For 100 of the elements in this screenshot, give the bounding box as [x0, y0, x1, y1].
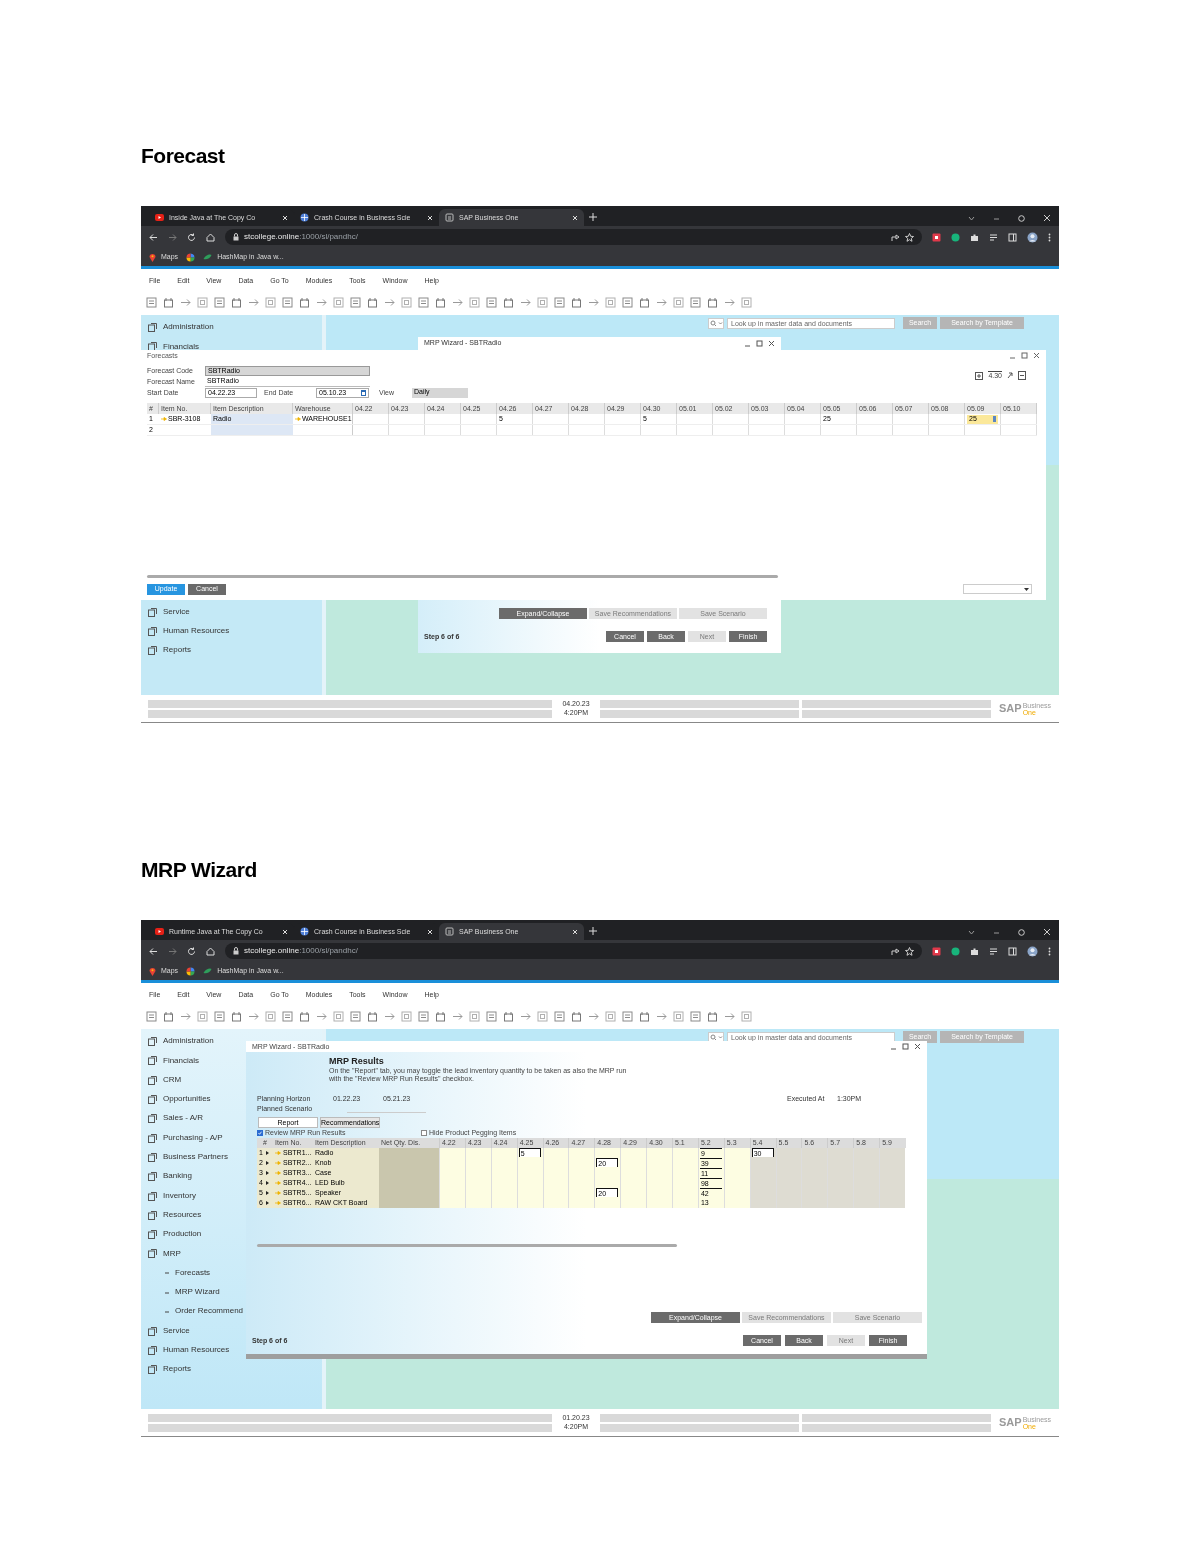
- toolbar-icon[interactable]: [673, 1010, 684, 1022]
- search-icon[interactable]: [708, 317, 724, 329]
- toolbar-icon[interactable]: [571, 296, 582, 308]
- toolbar-icon[interactable]: [520, 1010, 531, 1022]
- toolbar-icon[interactable]: [418, 296, 429, 308]
- toolbar-icon[interactable]: [282, 1010, 293, 1022]
- sidebar-item[interactable]: Service: [148, 607, 190, 617]
- sidebar-icon[interactable]: [1008, 232, 1017, 242]
- star-icon[interactable]: [905, 232, 914, 242]
- reload-icon[interactable]: [187, 946, 196, 956]
- sidebar-subitem[interactable]: Order Recommend: [165, 1307, 244, 1317]
- address-bar[interactable]: stcollege.online:1000/sl/pandhc/: [225, 943, 922, 959]
- toolbar-icon[interactable]: [435, 296, 446, 308]
- toolbar-icon[interactable]: [656, 1010, 667, 1022]
- toolbar-icon[interactable]: [469, 296, 480, 308]
- toolbar-icon[interactable]: [554, 1010, 565, 1022]
- home-icon[interactable]: [206, 946, 215, 956]
- toolbar-icon[interactable]: [384, 1010, 395, 1022]
- maximize-icon[interactable]: [902, 1043, 909, 1050]
- toolbar-icon[interactable]: [231, 1010, 242, 1022]
- cursor-icon[interactable]: [1007, 372, 1013, 379]
- sidebar-item[interactable]: Purchasing - A/P: [148, 1133, 223, 1143]
- toolbar-icon[interactable]: [214, 296, 225, 308]
- checkbox[interactable]: [257, 1129, 263, 1136]
- sidebar-item[interactable]: Opportunities: [148, 1095, 211, 1105]
- maximize-icon[interactable]: [756, 339, 763, 347]
- toolbar-icon[interactable]: [690, 296, 701, 308]
- back-icon[interactable]: [149, 232, 158, 242]
- toolbar-icon[interactable]: [486, 1010, 497, 1022]
- toolbar-icon[interactable]: [350, 1010, 361, 1022]
- more-icon[interactable]: [1048, 946, 1051, 956]
- toolbar-icon[interactable]: [401, 296, 412, 308]
- scrollbar[interactable]: [147, 575, 778, 578]
- plus-icon[interactable]: [589, 213, 597, 221]
- toolbar-icon[interactable]: [503, 1010, 514, 1022]
- toolbar-icon[interactable]: [299, 296, 310, 308]
- sidebar-item[interactable]: Service: [148, 1326, 190, 1336]
- toolbar-icon[interactable]: [299, 1010, 310, 1022]
- sidebar-item[interactable]: CRM: [148, 1075, 182, 1085]
- toolbar-icon[interactable]: [554, 296, 565, 308]
- toolbar-icon[interactable]: [282, 296, 293, 308]
- pinwheel-icon[interactable]: [186, 252, 196, 262]
- toolbar-icon[interactable]: [367, 296, 378, 308]
- close-icon[interactable]: [1033, 352, 1040, 359]
- sidebar-subitem[interactable]: MRP Wizard: [165, 1288, 220, 1297]
- toolbar-icon[interactable]: [350, 296, 361, 308]
- toolbar-icon[interactable]: [316, 1010, 327, 1022]
- toolbar-icon[interactable]: [367, 1010, 378, 1022]
- toolbar-icon[interactable]: [486, 296, 497, 308]
- sidebar-item[interactable]: Financials: [148, 342, 199, 352]
- toolbar-icon[interactable]: [605, 296, 616, 308]
- star-icon[interactable]: [905, 946, 914, 956]
- toolbar-icon[interactable]: [163, 296, 174, 308]
- sidebar-item[interactable]: Reports: [148, 1365, 191, 1375]
- sidebar-item[interactable]: Business Partners: [148, 1152, 228, 1162]
- toolbar-icon[interactable]: [656, 296, 667, 308]
- reload-icon[interactable]: [187, 232, 196, 242]
- close-icon[interactable]: [914, 1043, 921, 1050]
- maximize-icon[interactable]: [1021, 352, 1028, 359]
- avatar-icon[interactable]: [1027, 231, 1038, 243]
- sidebar-item[interactable]: MRP: [148, 1249, 181, 1259]
- home-icon[interactable]: [206, 232, 215, 242]
- toolbar-icon[interactable]: [333, 1010, 344, 1022]
- toolbar-icon[interactable]: [724, 296, 735, 308]
- sidebar-item[interactable]: Inventory: [148, 1191, 196, 1201]
- sidebar-icon[interactable]: [1008, 946, 1017, 956]
- toolbar-icon[interactable]: [571, 1010, 582, 1022]
- toolbar-icon[interactable]: [503, 296, 514, 308]
- sidebar-item[interactable]: Human Resources: [148, 1345, 230, 1355]
- sidebar-subitem[interactable]: Forecasts: [165, 1268, 211, 1278]
- toolbar-icon[interactable]: [384, 296, 395, 308]
- sidebar-item[interactable]: Sales - A/R: [148, 1114, 203, 1124]
- toolbar-icon[interactable]: [707, 1010, 718, 1022]
- toolbar-icon[interactable]: [707, 296, 718, 308]
- sidebar-item[interactable]: Human Resources: [148, 627, 230, 637]
- toolbar-icon[interactable]: [435, 1010, 446, 1022]
- avatar-icon[interactable]: [1027, 945, 1038, 957]
- sidebar-item[interactable]: Resources: [148, 1210, 202, 1220]
- sidebar-item[interactable]: Production: [148, 1230, 202, 1240]
- puzzle-icon[interactable]: [970, 232, 979, 242]
- forward-icon[interactable]: [168, 946, 177, 956]
- checkbox[interactable]: [421, 1129, 427, 1136]
- toolbar-icon[interactable]: [469, 1010, 480, 1022]
- toolbar-icon[interactable]: [163, 1010, 174, 1022]
- toolbar-icon[interactable]: [197, 296, 208, 308]
- toolbar-icon[interactable]: [537, 1010, 548, 1022]
- toolbar-icon[interactable]: [605, 1010, 616, 1022]
- address-bar[interactable]: stcollege.online:1000/sl/pandhc/: [225, 229, 922, 245]
- toolbar-icon[interactable]: [316, 296, 327, 308]
- share-icon[interactable]: [891, 946, 900, 956]
- toolbar-icon[interactable]: [180, 1010, 191, 1022]
- toolbar-icon[interactable]: [248, 1010, 259, 1022]
- sidebar-item[interactable]: Administration: [148, 1037, 214, 1047]
- toolbar-icon[interactable]: [333, 296, 344, 308]
- chevron-down-icon[interactable]: [968, 214, 975, 222]
- sidebar-item[interactable]: Administration: [148, 323, 214, 333]
- toolbar-icon[interactable]: [690, 1010, 701, 1022]
- toolbar-icon[interactable]: [265, 1010, 276, 1022]
- sidebar-item[interactable]: Banking: [148, 1172, 192, 1182]
- playlist-icon[interactable]: [989, 946, 998, 956]
